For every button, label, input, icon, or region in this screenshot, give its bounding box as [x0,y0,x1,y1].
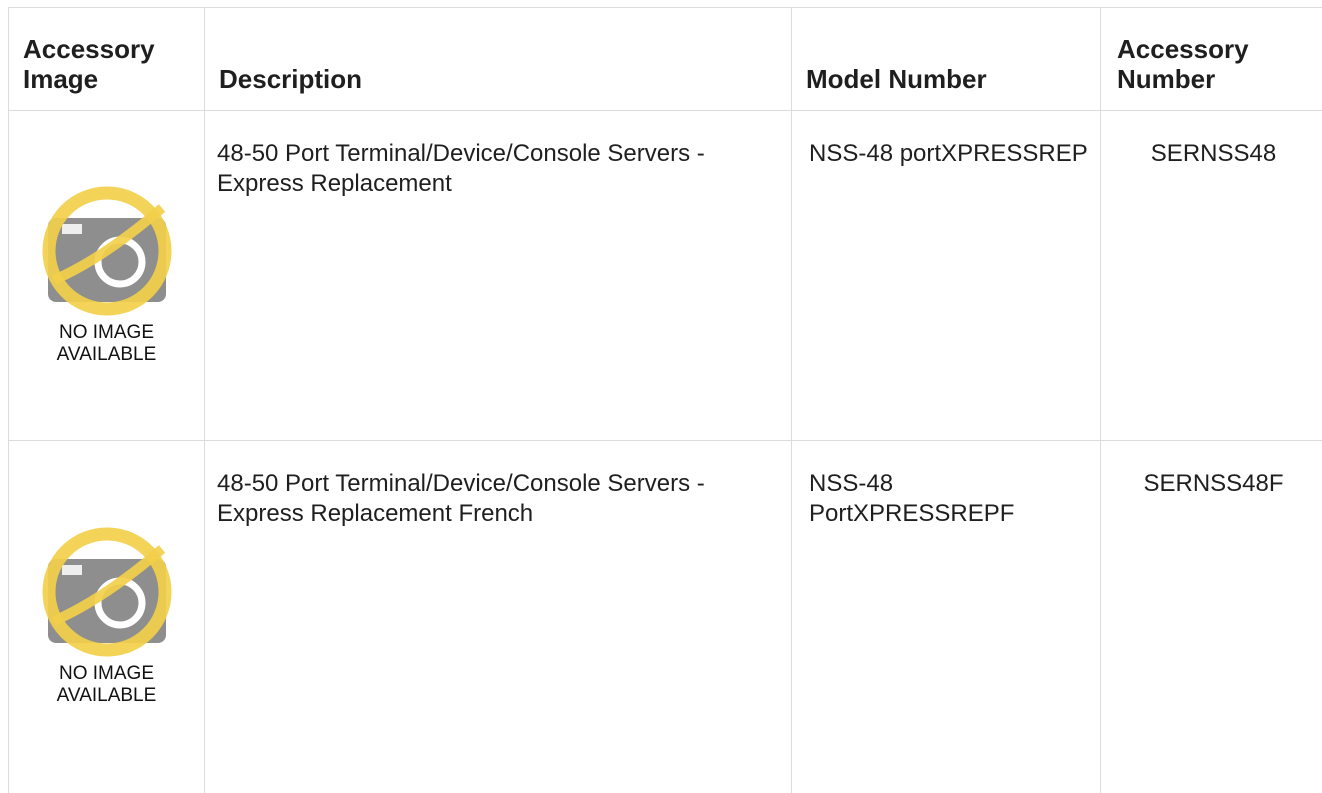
header-description: Description [204,7,792,111]
no-image-camera-icon [42,186,171,315]
accessory-number-cell: SERNSS48 [1100,110,1322,441]
model-number-cell: NSS-48 PortXPRESSREPF [791,440,1101,793]
accessories-table: Accessory Image Description Model Number… [8,7,1322,793]
no-image-camera-icon [42,527,171,657]
table-row: NO IMAGE AVAILABLE 48-50 Port Terminal/D… [8,110,1322,441]
description-cell: 48-50 Port Terminal/Device/Console Serve… [204,440,792,793]
accessory-number-cell: SERNSS48F [1100,440,1322,793]
accessory-image-cell: NO IMAGE AVAILABLE [8,440,205,793]
accessories-table-container: Accessory Image Description Model Number… [8,7,1322,793]
accessory-image-cell: NO IMAGE AVAILABLE [8,110,205,441]
no-image-placeholder: NO IMAGE AVAILABLE [27,184,187,366]
model-number-cell: NSS-48 portXPRESSREP [791,110,1101,441]
description-cell: 48-50 Port Terminal/Device/Console Serve… [204,110,792,441]
no-image-placeholder: NO IMAGE AVAILABLE [27,525,187,707]
no-image-label: NO IMAGE AVAILABLE [56,663,157,706]
table-header-row: Accessory Image Description Model Number… [8,7,1322,111]
no-image-label: NO IMAGE AVAILABLE [56,321,157,365]
table-row: NO IMAGE AVAILABLE 48-50 Port Terminal/D… [8,440,1322,793]
header-accessory-number: Accessory Number [1100,7,1322,111]
header-model-number: Model Number [791,7,1101,111]
header-accessory-image: Accessory Image [8,7,205,111]
